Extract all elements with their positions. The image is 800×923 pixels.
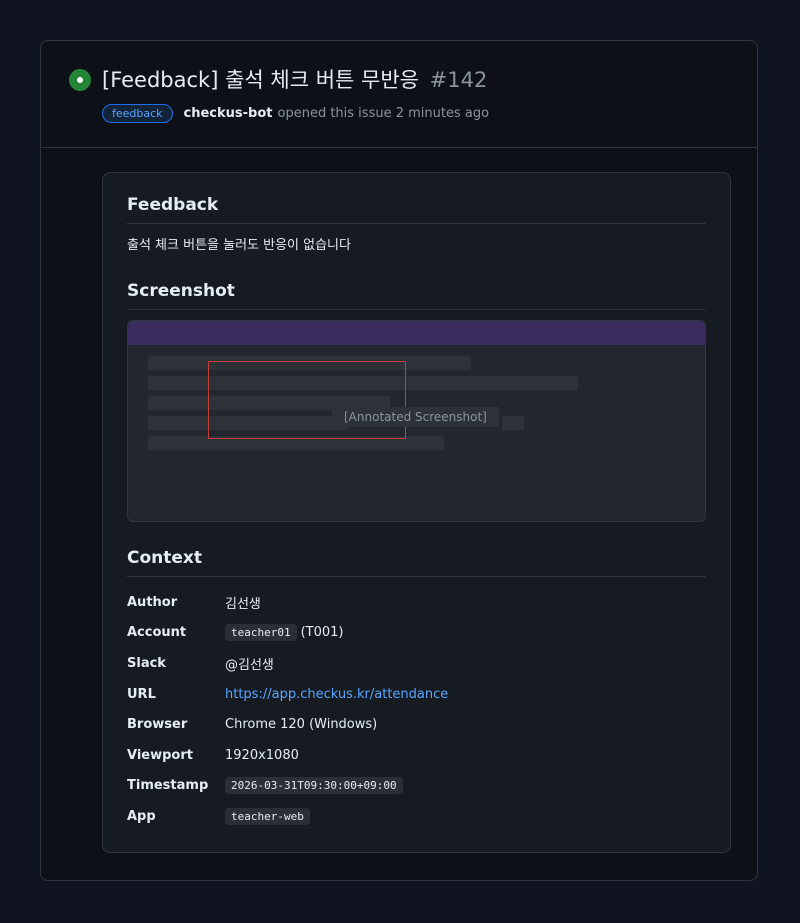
context-value: 1920x1080 (225, 747, 299, 763)
context-row-author: Author 김선생 (127, 587, 706, 618)
context-key: Account (127, 625, 187, 641)
screenshot-caption: [Annotated Screenshot] (332, 407, 499, 427)
feedback-heading: Feedback (127, 195, 706, 224)
context-value: @김선생 (225, 657, 274, 673)
context-value: 2026-03-31T09:30:00+09:00 (225, 777, 403, 795)
annotated-screenshot-image[interactable]: [Annotated Screenshot] (127, 320, 706, 522)
issue-title: [Feedback] 출석 체크 버튼 무반응 #142 (102, 65, 487, 95)
context-row-account: Account teacher01 (T001) (127, 618, 706, 649)
feedback-text: 출석 체크 버튼을 눌러도 반응이 없습니다 (127, 238, 351, 253)
context-row-browser: Browser Chrome 120 (Windows) (127, 709, 706, 740)
issue-number: #142 (429, 68, 488, 92)
context-key: Browser (127, 717, 188, 733)
context-table: Author 김선생 Account teacher01 (T001) Slac… (127, 587, 706, 832)
context-key: URL (127, 686, 156, 702)
issue-body: Feedback 출석 체크 버튼을 눌러도 반응이 없습니다 Screensh… (102, 172, 731, 853)
context-row-viewport: Viewport 1920x1080 (127, 740, 706, 771)
context-key: Author (127, 594, 178, 610)
context-value: teacher-web (225, 807, 310, 825)
context-heading: Context (127, 548, 706, 577)
context-url-link[interactable]: https://app.checkus.kr/attendance (225, 687, 448, 702)
context-row-url: URL https://app.checkus.kr/attendance (127, 679, 706, 710)
timestamp-code: 2026-03-31T09:30:00+09:00 (225, 777, 403, 795)
context-row-timestamp: Timestamp 2026-03-31T09:30:00+09:00 (127, 771, 706, 802)
context-row-app: App teacher-web (127, 801, 706, 832)
screenshot-placeholder-line (502, 416, 524, 430)
open-issue-icon (69, 69, 91, 91)
app-code: teacher-web (225, 807, 310, 825)
screenshot-heading: Screenshot (127, 281, 706, 310)
issue-opened-text: opened this issue 2 minutes ago (277, 106, 490, 121)
account-code: teacher01 (225, 624, 297, 642)
context-key: Timestamp (127, 778, 209, 794)
context-key: Slack (127, 655, 166, 671)
annotation-highlight-box (208, 361, 406, 439)
issue-title-text: [Feedback] 출석 체크 버튼 무반응 (102, 68, 419, 92)
issue-header: [Feedback] 출석 체크 버튼 무반응 #142 feedback ch… (41, 41, 757, 148)
issue-meta: feedback checkus-bot opened this issue 2… (102, 104, 489, 123)
issue-author[interactable]: checkus-bot (184, 106, 273, 121)
context-key: Viewport (127, 747, 193, 763)
label-badge[interactable]: feedback (102, 104, 173, 123)
context-key: App (127, 808, 156, 824)
context-row-slack: Slack @김선생 (127, 648, 706, 679)
context-value: 김선생 (225, 596, 261, 612)
screenshot-topbar (128, 321, 705, 345)
issue-container: [Feedback] 출석 체크 버튼 무반응 #142 feedback ch… (40, 40, 758, 881)
context-value: teacher01 (T001) (225, 624, 344, 642)
context-value: Chrome 120 (Windows) (225, 717, 378, 733)
account-suffix: (T001) (300, 625, 344, 641)
